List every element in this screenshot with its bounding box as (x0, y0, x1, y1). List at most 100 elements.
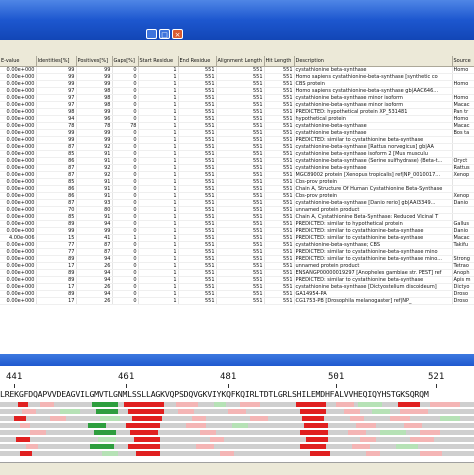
table-cell: CG1753-PB [Drosophila melanogaster] ref|… (294, 297, 453, 305)
column-header[interactable]: E-value (0, 56, 37, 67)
track-segment (396, 444, 418, 449)
table-cell: PREDICTED: similar to hypothetical prote… (294, 220, 453, 228)
table-cell: 91 (76, 192, 113, 200)
table-row[interactable]: 0.00e+000 87 93 0 1 551 551 551 cystathionine-be… (0, 199, 474, 207)
table-cell: cystathionine-beta-synthase [Danio rerio… (294, 199, 453, 207)
ruler-position-label: 461 (118, 372, 135, 382)
track-segment (130, 430, 158, 435)
table-cell: 551 (178, 290, 217, 298)
table-cell: 0 (112, 101, 139, 109)
table-row[interactable]: 0.00e+000 97 98 0 1 551 551 551 Homo sapiens cys… (0, 87, 474, 95)
track-segment (92, 402, 118, 407)
table-cell: 41 (76, 234, 113, 242)
table-row[interactable]: 0.00e+000 77 87 0 1 551 551 551 cystathionine-be… (0, 241, 474, 249)
table-row[interactable]: 0.00e+000 85 91 0 1 551 551 551 Cbs-prov protein (0, 178, 474, 186)
table-cell: 551 (178, 129, 217, 137)
table-row[interactable]: 0.00e+000 77 87 0 1 551 551 551 PREDICTED: simil… (0, 248, 474, 256)
track-segment (60, 409, 80, 414)
table-row[interactable]: 0.00e+000 85 91 0 1 551 551 551 cystathionine be… (0, 150, 474, 158)
conservation-track (0, 451, 474, 456)
table-cell: hypothetical protein (294, 115, 453, 123)
column-header[interactable]: End Residue (178, 56, 217, 67)
track-segment (16, 437, 30, 442)
table-cell (452, 143, 474, 151)
table-cell: 551 (216, 164, 265, 172)
table-row[interactable]: 0.00e+000 87 92 0 1 551 551 551 MGC89002 protein… (0, 171, 474, 179)
close-icon[interactable]: × (172, 29, 183, 39)
table-row[interactable]: 0.00e+000 17 26 0 1 551 551 551 cystathionine be… (0, 283, 474, 291)
ruler-tick (126, 384, 127, 388)
table-row[interactable]: 0.00e+000 99 99 0 1 551 551 551 cystathionine be… (0, 129, 474, 137)
table-row[interactable]: 0.00e+000 86 91 0 1 551 551 551 Chain A, Structu… (0, 185, 474, 193)
table-row[interactable]: 0.00e+000 87 92 0 1 551 551 551 cystathionine be… (0, 164, 474, 172)
table-cell: 551 (264, 234, 295, 242)
column-header[interactable]: Source (452, 56, 474, 67)
track-segment (440, 416, 460, 421)
table-row[interactable]: 0.00e+000 70 80 0 1 551 551 551 unnamed protein … (0, 206, 474, 214)
column-header[interactable]: Description (294, 56, 453, 67)
table-row[interactable]: 0.00e+000 85 91 0 1 551 551 551 Chain A, Cystath… (0, 213, 474, 221)
table-cell: 551 (178, 80, 217, 88)
column-header[interactable]: Gaps[%] (112, 56, 139, 67)
table-row[interactable]: 0.00e+000 99 99 0 1 551 551 551 Homo sapiens cys… (0, 73, 474, 81)
table-row[interactable]: 0.00e+000 89 94 0 1 551 551 551 ENSANGP000000192… (0, 269, 474, 277)
table-row[interactable]: 0.00e+000 97 98 0 1 551 551 551 cystathionine-be… (0, 101, 474, 109)
table-cell: CBS protein (294, 80, 453, 88)
table-cell: MGC89002 protein [Xenopus tropicalis] re… (294, 171, 453, 179)
table-row[interactable]: 0.00e+000 86 91 0 1 551 551 551 cystathionine-be… (0, 157, 474, 165)
table-cell: 551 (264, 255, 295, 263)
alignment-conservation-tracks (0, 402, 474, 460)
maximize-icon[interactable]: □ (159, 29, 170, 39)
table-row[interactable]: 0.00e+000 97 98 0 1 551 551 551 cystathionine be… (0, 94, 474, 102)
table-row[interactable]: 0.00e+000 89 94 0 1 551 551 551 PREDICTED: simil… (0, 255, 474, 263)
table-cell: 551 (178, 269, 217, 277)
table-row[interactable]: 0.00e+000 99 99 0 1 551 551 551 PREDICTED: simil… (0, 227, 474, 235)
table-row[interactable]: 0.00e+000 99 99 0 1 551 551 551 cystathionine be… (0, 66, 474, 74)
table-cell: 0 (112, 129, 139, 137)
table-row[interactable]: 0.00e+000 89 94 0 1 551 551 551 GA14954-PA Droso (0, 290, 474, 298)
alignment-sequence: LREKGFDQAPVVDEAGVILGMVTLGNMLSSLLAGKVQPSD… (0, 389, 429, 399)
table-row[interactable]: 0.00e+000 94 96 0 1 551 551 551 hypothetical pro… (0, 115, 474, 123)
table-cell: PREDICTED: similar to cystathionine beta… (294, 276, 453, 284)
table-cell: Cbs-prov protein (294, 192, 453, 200)
table-row[interactable]: 0.00e+000 87 92 0 1 551 551 551 cystathionine-be… (0, 143, 474, 151)
splitter-bar[interactable] (0, 354, 474, 366)
track-segment (304, 423, 328, 428)
table-row[interactable]: 4.00e-006 15 41 1 1 551 551 551 PREDICTED: simil… (0, 234, 474, 242)
track-segment (0, 451, 474, 456)
track-segment (240, 402, 260, 407)
track-segment (26, 444, 38, 449)
minimize-icon[interactable]: _ (146, 29, 157, 39)
table-row[interactable]: 0.00e+000 17 26 0 1 551 551 551 unnamed protein … (0, 262, 474, 270)
column-header[interactable]: Start Residue (138, 56, 179, 67)
table-row[interactable]: 0.00e+000 99 99 0 1 551 551 551 CBS protein Homo (0, 80, 474, 88)
table-cell: 551 (264, 220, 295, 228)
column-header[interactable]: Identities[%] (36, 56, 77, 67)
table-row[interactable]: 0.00e+000 86 91 0 1 551 551 551 Cbs-prov protein… (0, 192, 474, 200)
table-cell: 94 (76, 276, 113, 284)
table-cell: 551 (216, 192, 265, 200)
table-cell: 551 (178, 157, 217, 165)
table-cell: Macac (452, 234, 474, 242)
table-cell: 1 (138, 283, 179, 291)
table-cell: 551 (216, 234, 265, 242)
table-cell: 91 (76, 157, 113, 165)
column-header[interactable]: Hit Length (264, 56, 295, 67)
table-row[interactable]: 0.00e+000 17 26 0 1 551 551 551 CG1753-PB [Droso… (0, 297, 474, 305)
table-row[interactable]: 0.00e+000 89 94 0 1 551 551 551 PREDICTED: simil… (0, 220, 474, 228)
table-cell: 551 (264, 66, 295, 74)
column-header[interactable]: Alignment Length (216, 56, 265, 67)
table-cell: 551 (216, 136, 265, 144)
table-row[interactable]: 0.00e+000 89 94 0 1 551 551 551 PREDICTED: simil… (0, 276, 474, 284)
table-cell: Homo (452, 80, 474, 88)
blast-results-grid[interactable]: E-value Identities[%] Positives[%] Gaps[%] S… (0, 56, 474, 354)
table-cell: 551 (178, 115, 217, 123)
column-header[interactable]: Positives[%] (76, 56, 113, 67)
table-cell: 0 (112, 269, 139, 277)
table-cell: 89 (36, 220, 77, 228)
table-cell: 87 (36, 171, 77, 179)
table-row[interactable]: 0.00e+000 99 99 0 1 551 551 551 PREDICTED: simil… (0, 136, 474, 144)
table-cell: 551 (264, 199, 295, 207)
table-row[interactable]: 0.00e+000 98 99 0 1 551 551 551 PREDICTED: hypot… (0, 108, 474, 116)
table-row[interactable]: 0.00e+000 78 78 78 1 551 551 551 cystathionine-b… (0, 122, 474, 130)
